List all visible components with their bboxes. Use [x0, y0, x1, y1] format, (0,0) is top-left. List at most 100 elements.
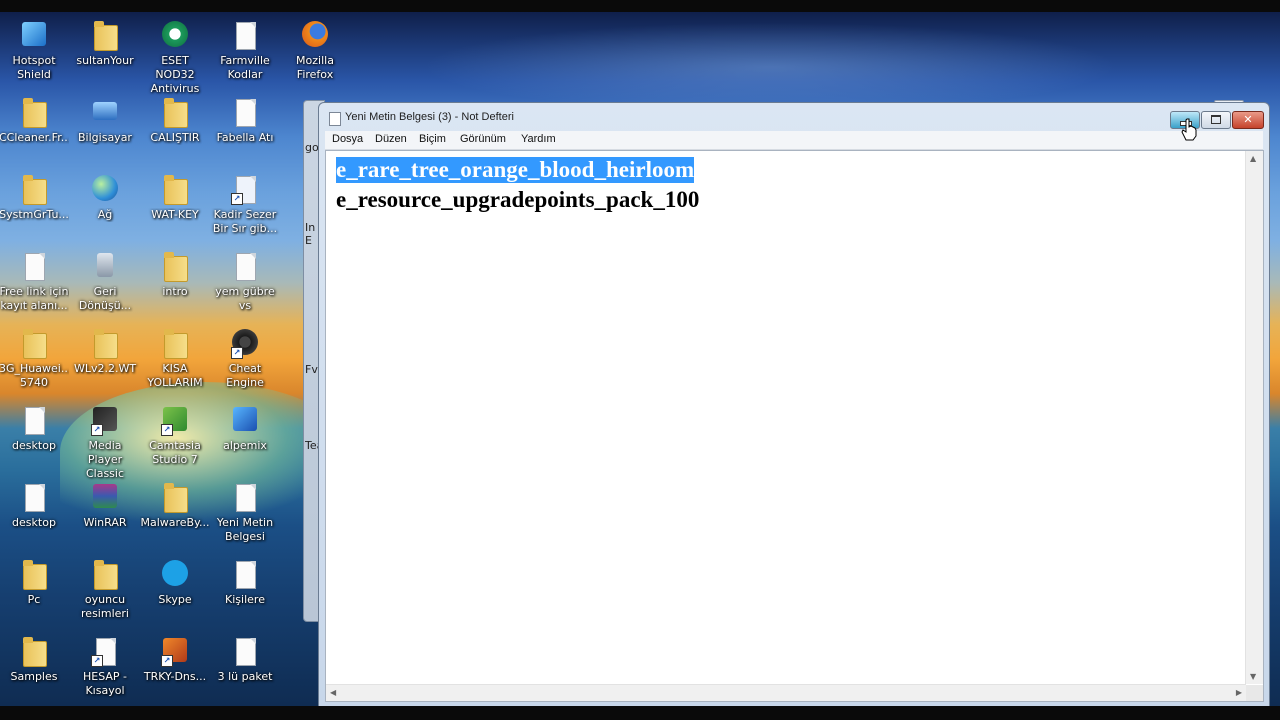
desktop-icon[interactable]: desktop	[0, 404, 69, 453]
desktop-icon[interactable]: ↗ Media Player Classic	[70, 404, 140, 481]
desktop-icon[interactable]: Hotspot Shield	[0, 19, 69, 82]
desktop-icon-label: Yeni Metin Belgesi	[216, 516, 274, 543]
icon-part	[23, 560, 47, 590]
media-file-icon: ↗	[229, 173, 261, 205]
desktop-icon[interactable]: KISA YOLLARIM	[140, 327, 210, 390]
desktop-icon[interactable]: yem gübre vs	[210, 250, 280, 313]
computer-icon	[89, 96, 121, 128]
settings-file-icon	[18, 481, 50, 513]
desktop-icon-label: Pc	[27, 593, 41, 606]
scroll-right-icon[interactable]: ▶	[1236, 688, 1242, 697]
winrar-icon	[89, 481, 121, 513]
desktop-icon[interactable]: Geri Dönüşü...	[70, 250, 140, 313]
maximize-button[interactable]	[1201, 111, 1231, 129]
desktop-icon-label: intro	[162, 285, 188, 298]
desktop-icon-label: Bilgisayar	[78, 131, 132, 144]
desktop-icon[interactable]: Ağ	[70, 173, 140, 222]
icon-part	[236, 484, 256, 512]
notepad-icon	[329, 112, 341, 126]
desktop-icon-label: Skype	[158, 593, 192, 606]
desktop-icon[interactable]: Mozilla Firefox	[280, 19, 350, 82]
menu-dosya[interactable]: Dosya	[332, 133, 363, 145]
document-icon	[229, 96, 261, 128]
icon-part	[164, 98, 188, 128]
desktop-icon[interactable]: Pc	[0, 558, 69, 607]
desktop-icon-label: 3 lü paket	[217, 670, 273, 683]
desktop-icon[interactable]: WinRAR	[70, 481, 140, 530]
desktop-icon-label: alpemix	[223, 439, 267, 452]
desktop-icon[interactable]: desktop	[0, 481, 69, 530]
folder-icon	[18, 558, 50, 590]
icon-part: ↗	[231, 193, 243, 205]
folder-icon	[159, 481, 191, 513]
recycle-bin-icon	[89, 250, 121, 282]
desktop-icon-label: sultanYour	[76, 54, 134, 67]
desktop-icon[interactable]: 3 lü paket	[210, 635, 280, 684]
icon-part	[233, 407, 257, 431]
screen-bottom-border	[0, 706, 1280, 720]
icon-part: ↗	[91, 424, 103, 436]
desktop-icon[interactable]: oyuncu resimleri	[70, 558, 140, 621]
desktop-icon[interactable]: MalwareBy...	[140, 481, 210, 530]
desktop-icon-label: KISA YOLLARIM	[147, 362, 203, 389]
desktop-icon[interactable]: Fabella Atı	[210, 96, 280, 145]
text-editor[interactable]: e_rare_tree_orange_blood_heirloom e_reso…	[325, 150, 1264, 702]
scroll-left-icon[interactable]: ◀	[330, 688, 336, 697]
icon-part	[25, 253, 45, 281]
desktop-icon[interactable]: Free link için kayıt alanı...	[0, 250, 69, 313]
desktop-icon[interactable]: WAT-KEY	[140, 173, 210, 222]
folder-icon	[18, 327, 50, 359]
eset-icon	[159, 19, 191, 51]
firefox-icon	[299, 19, 331, 51]
desktop-icon[interactable]: Samples	[0, 635, 69, 684]
desktop-icon[interactable]: CALIŞTIR	[140, 96, 210, 145]
icon-part	[162, 560, 188, 586]
horizontal-scrollbar[interactable]: ◀ ▶	[326, 684, 1246, 701]
desktop-icon[interactable]: Farmville Kodlar	[210, 19, 280, 82]
menu-gorunum[interactable]: Görünüm	[460, 133, 506, 145]
desktop-icon-label: Farmville Kodlar	[220, 54, 270, 81]
menu-bicim[interactable]: Biçim	[419, 133, 446, 145]
document-icon	[18, 250, 50, 282]
icon-part	[164, 483, 188, 513]
desktop-icon[interactable]: Yeni Metin Belgesi	[210, 481, 280, 544]
notepad-window[interactable]: Yeni Metin Belgesi (3) - Not Defteri ✕ D…	[318, 102, 1270, 708]
desktop-icon[interactable]: Skype	[140, 558, 210, 607]
desktop-icon[interactable]: ↗ Camtasia Studio 7	[140, 404, 210, 467]
desktop-icon[interactable]: Kişilere	[210, 558, 280, 607]
menu-duzen[interactable]: Düzen	[375, 133, 407, 145]
desktop-icon[interactable]: intro	[140, 250, 210, 299]
desktop-icon-label: Samples	[10, 670, 58, 683]
menu-yardim[interactable]: Yardım	[521, 133, 556, 145]
close-button[interactable]: ✕	[1232, 111, 1264, 129]
scroll-up-icon[interactable]: ▲	[1250, 154, 1256, 163]
folder-icon	[89, 558, 121, 590]
icon-part	[94, 329, 118, 359]
title-bar[interactable]: Yeni Metin Belgesi (3) - Not Defteri ✕	[319, 103, 1269, 131]
desktop-icon[interactable]: ↗ Cheat Engine	[210, 327, 280, 390]
desktop-icon-label: oyuncu resimleri	[81, 593, 129, 620]
icon-part	[236, 22, 256, 50]
desktop-icon[interactable]: CCleaner.Fr...	[0, 96, 69, 145]
desktop-icon[interactable]: 3G_Huawei... 5740	[0, 327, 69, 390]
desktop-icon[interactable]: ESET NOD32 Antivirus	[140, 19, 210, 96]
desktop-icon[interactable]: ↗ TRKY-Dns...	[140, 635, 210, 684]
desktop-icon[interactable]: Bilgisayar	[70, 96, 140, 145]
desktop-icon-label: TRKY-Dns...	[143, 670, 207, 683]
desktop-icon[interactable]: ↗ Kadir Sezer Bir Sır gib...	[210, 173, 280, 236]
desktop-icon[interactable]: SystmGrTu...	[0, 173, 69, 222]
icon-part	[164, 329, 188, 359]
vertical-scrollbar[interactable]: ▲ ▼	[1245, 151, 1263, 684]
icon-part	[302, 21, 328, 47]
text-line-selected[interactable]: e_rare_tree_orange_blood_heirloom	[336, 157, 695, 183]
text-line[interactable]: e_resource_upgradepoints_pack_100	[336, 187, 699, 213]
desktop-icon[interactable]: alpemix	[210, 404, 280, 453]
icon-part	[94, 560, 118, 590]
desktop-icon-label: Camtasia Studio 7	[149, 439, 201, 466]
desktop-icon[interactable]: WLv2.2.WT	[70, 327, 140, 376]
network-icon	[89, 173, 121, 205]
desktop-icon-label: Hotspot Shield	[12, 54, 56, 81]
desktop-icon[interactable]: sultanYour	[70, 19, 140, 68]
scroll-down-icon[interactable]: ▼	[1250, 672, 1256, 681]
desktop-icon[interactable]: ↗ HESAP - Kısayol	[70, 635, 140, 698]
